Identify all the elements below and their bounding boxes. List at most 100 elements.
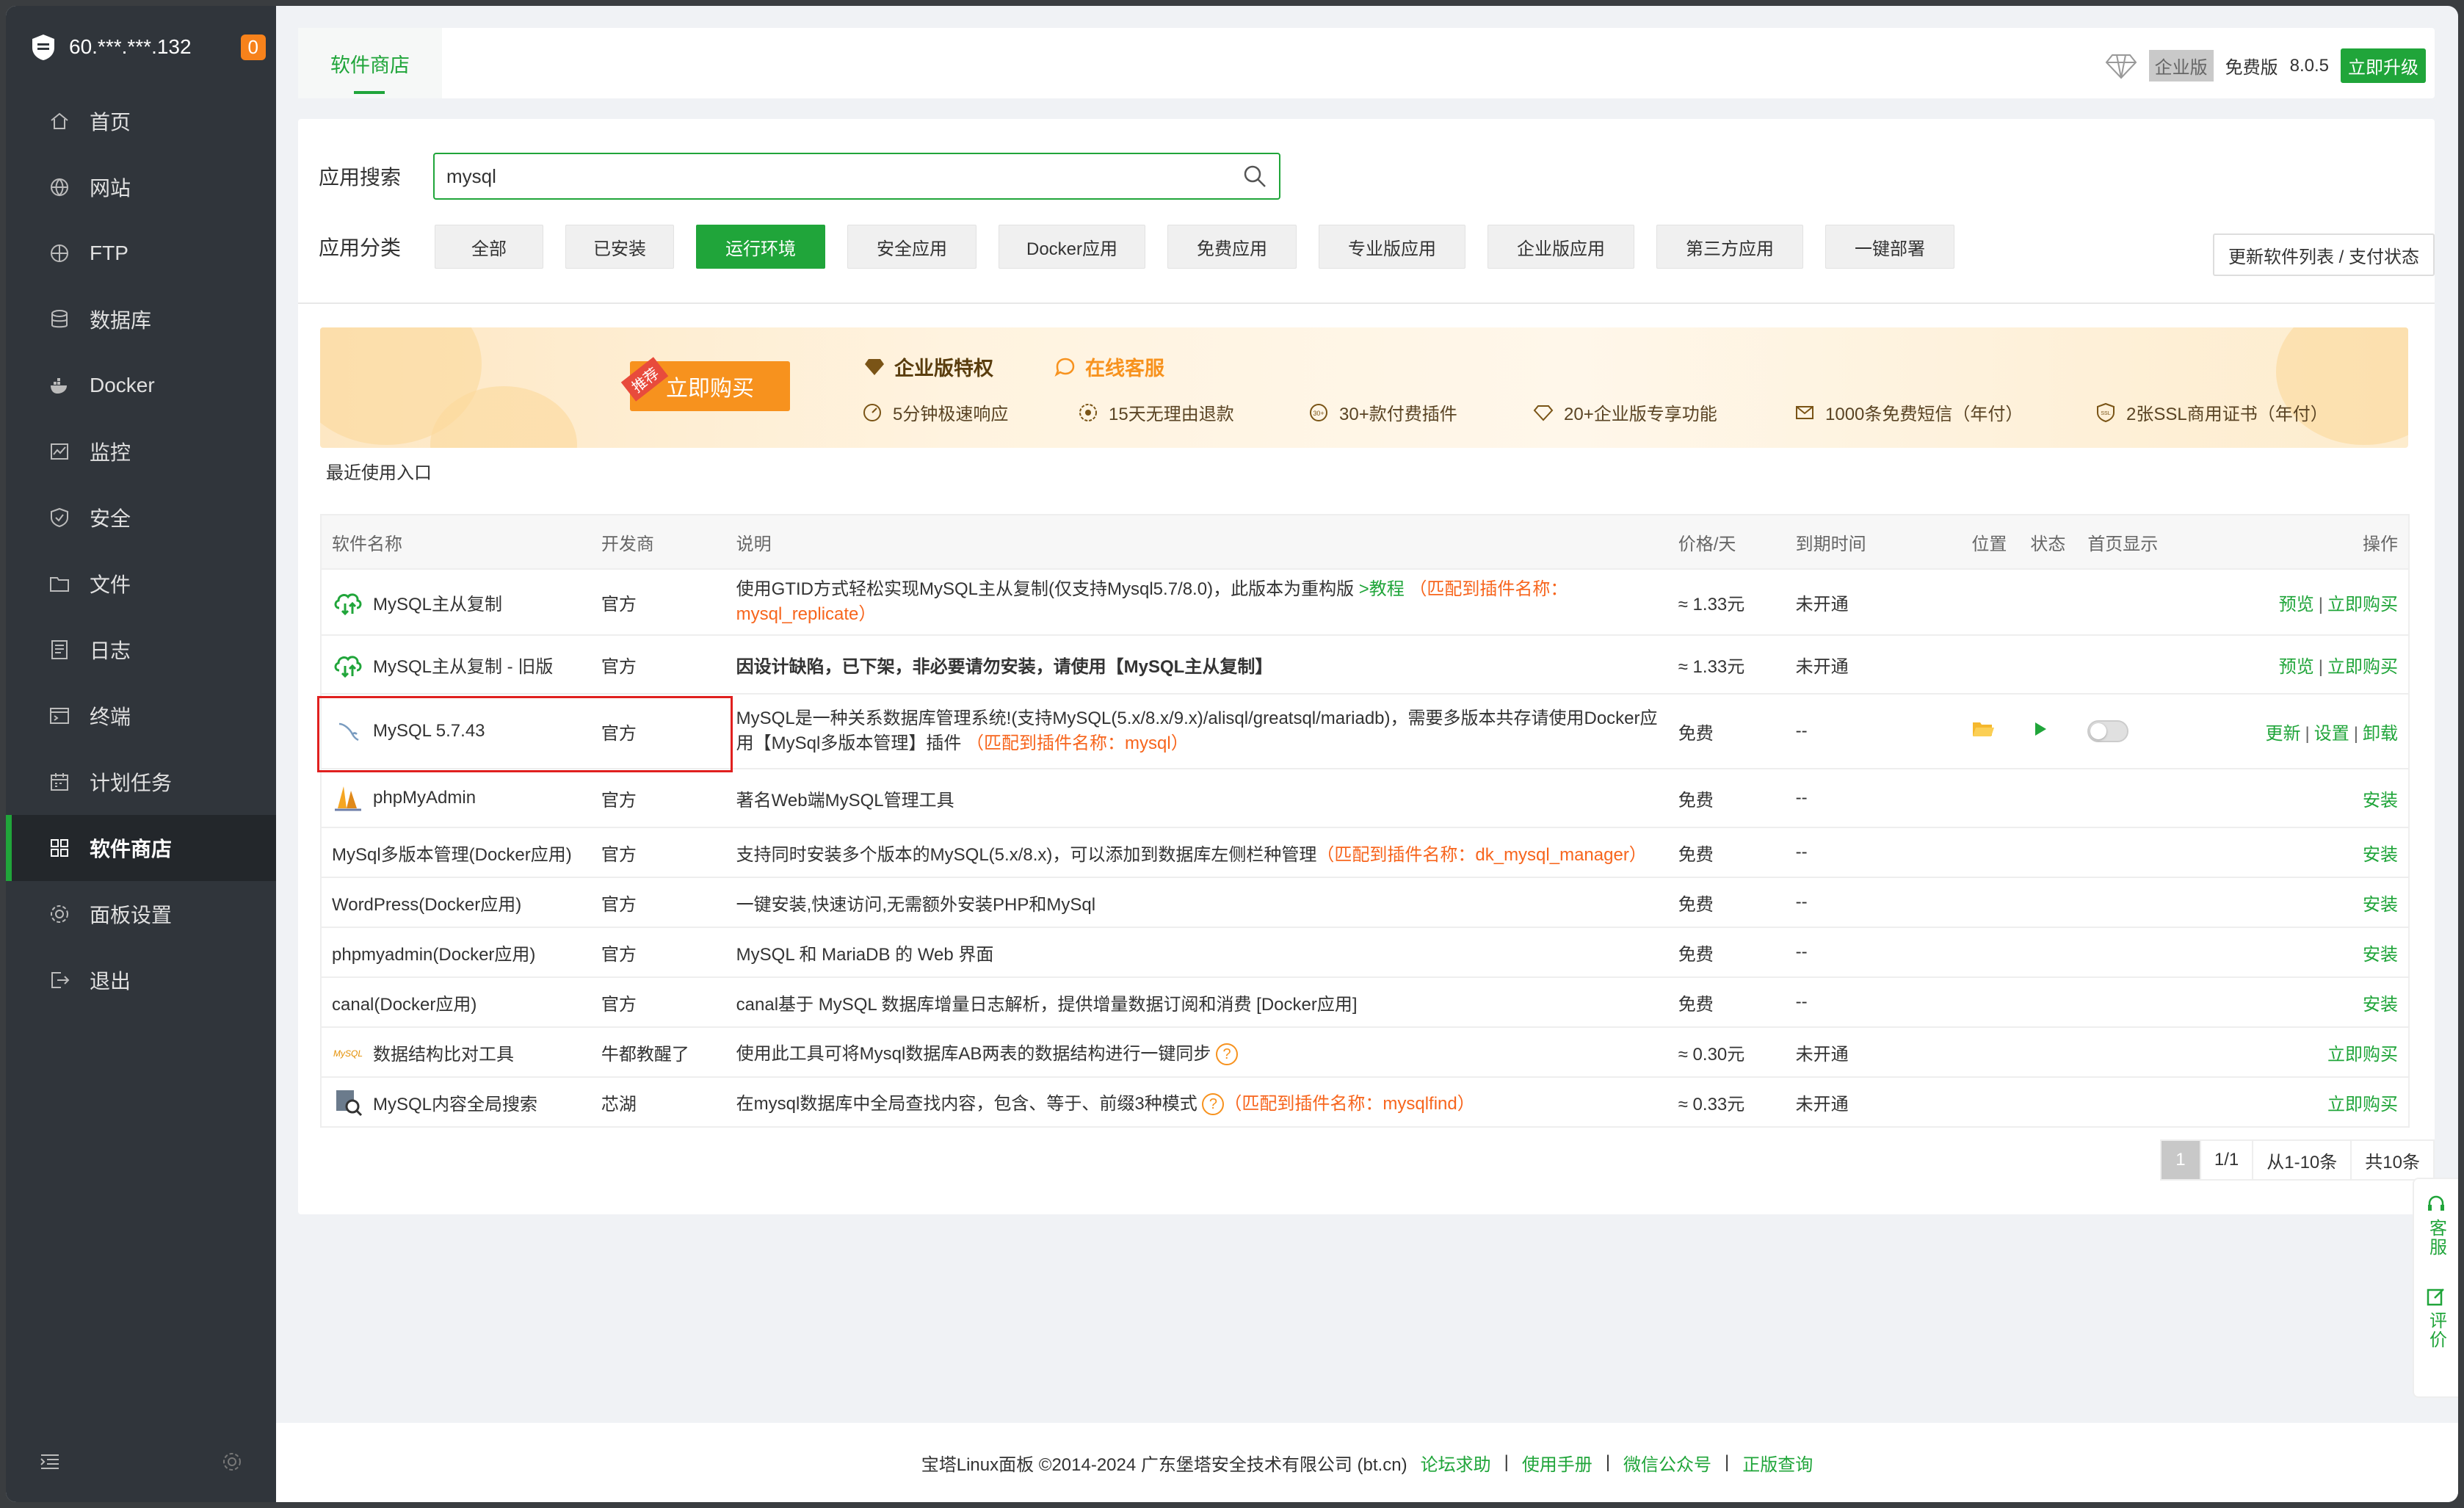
footer-link-manual[interactable]: 使用手册 — [1522, 1450, 1592, 1476]
folder-open-icon[interactable] — [1971, 719, 1995, 739]
cloud-sync-icon — [334, 656, 362, 678]
page-current[interactable]: 1 — [2159, 1139, 2201, 1181]
software-name[interactable]: MySQL主从复制 — [332, 586, 581, 618]
vendor: 官方 — [590, 927, 726, 978]
price: ≈ 1.33元 — [1667, 569, 1786, 636]
category-third-party[interactable]: 第三方应用 — [1656, 225, 1803, 269]
search-input[interactable]: mysql — [433, 153, 1281, 200]
review-button[interactable]: 评价 — [2424, 1286, 2449, 1349]
category-enterprise[interactable]: 企业版应用 — [1488, 225, 1634, 269]
sidebar-item-home[interactable]: 首页 — [6, 88, 276, 154]
online-service-link[interactable]: 在线客服 — [1054, 352, 1164, 381]
col-description: 说明 — [725, 515, 1668, 570]
category-pro[interactable]: 专业版应用 — [1319, 225, 1465, 269]
grid-icon — [51, 839, 68, 857]
sidebar-item-docker[interactable]: Docker — [6, 352, 276, 418]
software-name[interactable]: WordPress(Docker应用) — [321, 877, 591, 928]
enterprise-edition-label[interactable]: 企业版 — [2148, 50, 2214, 81]
category-all[interactable]: 全部 — [435, 225, 543, 269]
homepage-toggle[interactable] — [2087, 720, 2129, 742]
category-installed[interactable]: 已安装 — [565, 225, 674, 269]
software-name[interactable]: MySQL 5.7.43 — [332, 715, 581, 747]
software-name[interactable]: MySQL内容全局搜索 — [332, 1086, 581, 1118]
top-bar: 软件商店 企业版 免费版 8.0.5 立即升级 — [298, 28, 2435, 98]
settings-link[interactable]: 设置 — [2314, 724, 2349, 744]
vendor: 官方 — [590, 694, 726, 769]
actions: 立即购买 — [2209, 1027, 2409, 1078]
col-expire: 到期时间 — [1785, 515, 1962, 570]
sidebar-item-website[interactable]: 网站 — [6, 154, 276, 220]
tutorial-link[interactable]: >教程 — [1359, 579, 1405, 599]
buy-now-button[interactable]: 推荐 立即购买 — [620, 357, 790, 411]
sidebar-item-label: 首页 — [90, 111, 131, 134]
tab-app-store[interactable]: 软件商店 — [298, 28, 442, 98]
install-link[interactable]: 安装 — [2363, 945, 2398, 965]
footer-link-license[interactable]: 正版查询 — [1742, 1450, 1813, 1476]
sidebar-item-label: Docker — [90, 374, 155, 396]
divider — [298, 302, 2435, 304]
install-link[interactable]: 安装 — [2363, 995, 2398, 1015]
chat-icon — [1054, 358, 1075, 377]
footer-link-wechat[interactable]: 微信公众号 — [1623, 1450, 1711, 1476]
sidebar-item-cron[interactable]: 计划任务 — [6, 749, 276, 815]
message-badge[interactable]: 0 — [240, 34, 266, 60]
software-name[interactable]: canal(Docker应用) — [321, 977, 591, 1028]
sidebar-item-terminal[interactable]: 终端 — [6, 683, 276, 749]
software-name[interactable]: phpmyadmin(Docker应用) — [321, 927, 591, 978]
table-row: MySQL主从复制 官方 使用GTID方式轻松实现MySQL主从复制(仅支持My… — [321, 569, 2409, 636]
buy-link[interactable]: 立即购买 — [2327, 595, 2398, 615]
buy-link[interactable]: 立即购买 — [2327, 1095, 2398, 1114]
feature-ssl: SSL 2张SSL商用证书（年付） — [2095, 399, 2328, 425]
category-one-click-deploy[interactable]: 一键部署 — [1825, 225, 1954, 269]
settings-gear-icon[interactable] — [220, 1450, 244, 1473]
category-runtime[interactable]: 运行环境 — [696, 225, 825, 269]
sidebar-item-logout[interactable]: 退出 — [6, 947, 276, 1013]
sidebar-item-ftp[interactable]: FTP — [6, 220, 276, 286]
software-table: 软件名称 开发商 说明 价格/天 到期时间 位置 状态 首页显示 操作 MySQ… — [320, 514, 2410, 1128]
install-link[interactable]: 安装 — [2363, 845, 2398, 865]
sidebar-item-label: 软件商店 — [90, 838, 173, 860]
play-icon[interactable] — [2030, 719, 2049, 739]
search-icon[interactable] — [1242, 164, 1267, 189]
install-link[interactable]: 安装 — [2363, 895, 2398, 915]
uninstall-link[interactable]: 卸载 — [2363, 724, 2398, 744]
update-link[interactable]: 更新 — [2266, 724, 2301, 744]
monitor-icon — [51, 443, 68, 460]
buy-link[interactable]: 立即购买 — [2327, 657, 2398, 677]
globe-icon — [51, 178, 68, 197]
host-address[interactable]: 60.***.***.132 — [69, 35, 192, 59]
install-link[interactable]: 安装 — [2363, 791, 2398, 811]
description: 著名Web端MySQL管理工具 — [725, 769, 1668, 828]
preview-link[interactable]: 预览 — [2279, 657, 2314, 677]
preview-link[interactable]: 预览 — [2279, 595, 2314, 615]
category-security[interactable]: 安全应用 — [847, 225, 976, 269]
footer-link-forum[interactable]: 论坛求助 — [1421, 1450, 1491, 1476]
sidebar-item-database[interactable]: 数据库 — [6, 286, 276, 352]
software-name[interactable]: phpMyAdmin — [332, 782, 581, 814]
feature-refund: 15天无理由退款 — [1078, 399, 1234, 425]
collapse-menu-icon[interactable] — [38, 1450, 62, 1473]
buy-link[interactable]: 立即购买 — [2327, 1045, 2398, 1065]
help-icon[interactable]: ? — [1202, 1093, 1225, 1116]
price: 免费 — [1667, 977, 1786, 1028]
svg-text:SSL: SSL — [2101, 411, 2110, 416]
sidebar-item-security[interactable]: 安全 — [6, 485, 276, 551]
sidebar-item-monitor[interactable]: 监控 — [6, 418, 276, 485]
customer-service-button[interactable]: 客服 — [2424, 1194, 2449, 1257]
sidebar-item-files[interactable]: 文件 — [6, 551, 276, 617]
sidebar-item-logs[interactable]: 日志 — [6, 617, 276, 683]
software-name[interactable]: MySQL 数据结构比对工具 — [332, 1036, 581, 1068]
sidebar-item-panel-settings[interactable]: 面板设置 — [6, 881, 276, 947]
sidebar-item-app-store[interactable]: 软件商店 — [6, 815, 276, 881]
category-docker[interactable]: Docker应用 — [999, 225, 1145, 269]
category-free[interactable]: 免费应用 — [1167, 225, 1297, 269]
software-name[interactable]: MySQL主从复制 - 旧版 — [332, 648, 581, 681]
price: ≈ 0.33元 — [1667, 1077, 1786, 1128]
upgrade-button[interactable]: 立即升级 — [2341, 48, 2426, 83]
refresh-list-button[interactable]: 更新软件列表 / 支付状态 — [2213, 233, 2435, 276]
expire: -- — [1785, 877, 1962, 928]
help-icon[interactable]: ? — [1216, 1043, 1239, 1066]
database-icon — [51, 310, 68, 328]
actions: 安装 — [2209, 927, 2409, 978]
software-name[interactable]: MySql多版本管理(Docker应用) — [321, 827, 591, 878]
